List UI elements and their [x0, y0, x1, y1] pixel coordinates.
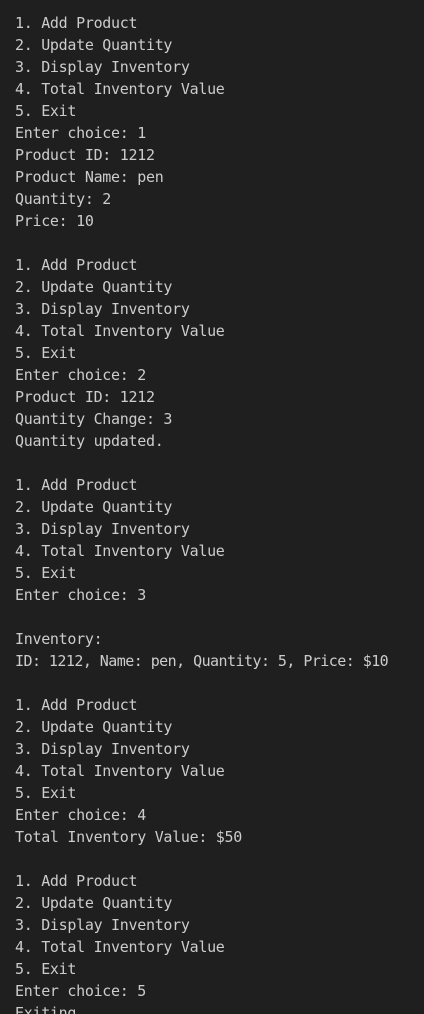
menu-option-update-quantity: 2. Update Quantity	[15, 278, 173, 296]
menu-option-add-product: 1. Add Product	[15, 476, 138, 494]
menu-option-display-inventory: 3. Display Inventory	[15, 300, 190, 318]
menu-option-exit: 5. Exit	[15, 960, 77, 978]
product-name-prompt: Product Name: pen	[15, 168, 164, 186]
choice-prompt: Enter choice: 5	[15, 982, 146, 1000]
menu-option-exit: 5. Exit	[15, 784, 77, 802]
menu-option-add-product: 1. Add Product	[15, 256, 138, 274]
menu-option-update-quantity: 2. Update Quantity	[15, 498, 173, 516]
product-id-prompt: Product ID: 1212	[15, 146, 155, 164]
choice-prompt: Enter choice: 1	[15, 124, 146, 142]
choice-prompt: Enter choice: 4	[15, 806, 146, 824]
terminal-lines: 1. Add Product 2. Update Quantity 3. Dis…	[15, 12, 420, 1014]
menu-option-total-value: 4. Total Inventory Value	[15, 322, 225, 340]
total-value-output: Total Inventory Value: $50	[15, 828, 243, 846]
menu-option-total-value: 4. Total Inventory Value	[15, 542, 225, 560]
menu-option-exit: 5. Exit	[15, 102, 77, 120]
menu-option-exit: 5. Exit	[15, 564, 77, 582]
menu-option-update-quantity: 2. Update Quantity	[15, 894, 173, 912]
terminal-output: 1. Add Product 2. Update Quantity 3. Dis…	[0, 0, 424, 1014]
product-id-prompt: Product ID: 1212	[15, 388, 155, 406]
quantity-prompt: Quantity: 2	[15, 190, 112, 208]
menu-option-display-inventory: 3. Display Inventory	[15, 916, 190, 934]
choice-prompt: Enter choice: 2	[15, 366, 146, 384]
menu-option-total-value: 4. Total Inventory Value	[15, 938, 225, 956]
menu-option-total-value: 4. Total Inventory Value	[15, 762, 225, 780]
menu-option-display-inventory: 3. Display Inventory	[15, 520, 190, 538]
status-message: Quantity updated.	[15, 432, 164, 450]
inventory-row: ID: 1212, Name: pen, Quantity: 5, Price:…	[15, 652, 389, 670]
menu-option-update-quantity: 2. Update Quantity	[15, 36, 173, 54]
quantity-change-prompt: Quantity Change: 3	[15, 410, 173, 428]
price-prompt: Price: 10	[15, 212, 94, 230]
menu-option-display-inventory: 3. Display Inventory	[15, 740, 190, 758]
menu-option-add-product: 1. Add Product	[15, 872, 138, 890]
menu-option-add-product: 1. Add Product	[15, 696, 138, 714]
menu-option-update-quantity: 2. Update Quantity	[15, 718, 173, 736]
choice-prompt: Enter choice: 3	[15, 586, 146, 604]
inventory-heading: Inventory:	[15, 630, 103, 648]
menu-option-total-value: 4. Total Inventory Value	[15, 80, 225, 98]
menu-option-display-inventory: 3. Display Inventory	[15, 58, 190, 76]
exit-message: Exiting...	[15, 1004, 103, 1014]
menu-option-exit: 5. Exit	[15, 344, 77, 362]
menu-option-add-product: 1. Add Product	[15, 14, 138, 32]
